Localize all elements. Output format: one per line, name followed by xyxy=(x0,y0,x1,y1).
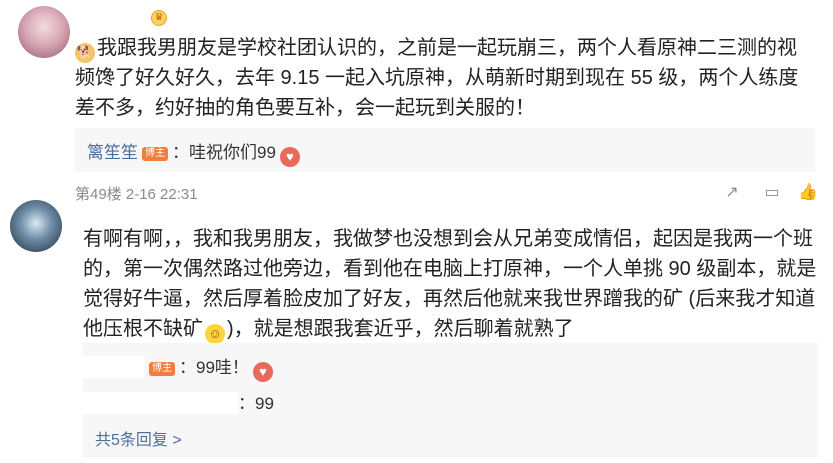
share-icon[interactable]: ↗ xyxy=(723,184,741,202)
host-badge: 博主 xyxy=(149,362,175,376)
reply-text: ：99 xyxy=(238,394,274,413)
reply-box: 博主 ：99哇！ ♥ ：99 共5条回复 > xyxy=(83,343,818,458)
comment-text-end: )，就是想跟我套近乎，然后聊着就熟了 xyxy=(227,318,574,340)
dog-emoji-icon: 🐕 xyxy=(75,43,95,63)
comment-time: 2-16 22:31 xyxy=(125,186,198,203)
reply-author-name[interactable]: 篱笙笙 xyxy=(87,143,138,162)
comment-icon[interactable]: ▭ xyxy=(763,184,781,202)
floor-number: 第49楼 xyxy=(75,186,122,203)
reply-box: 篱笙笙 博主 ：哇祝你们99 ♥ xyxy=(75,128,815,172)
avatar[interactable] xyxy=(10,200,62,252)
smirk-emoji-icon: ☺ xyxy=(205,324,225,344)
cute-emoji-icon: ♥ xyxy=(279,147,300,167)
vip-badge-icon: ♛ xyxy=(151,10,167,26)
avatar[interactable] xyxy=(18,6,70,58)
reply-item[interactable]: ：99 xyxy=(83,389,274,414)
cute-emoji-icon: ♥ xyxy=(252,362,273,382)
more-replies-link[interactable]: 共5条回复 > xyxy=(95,426,182,450)
redacted-username xyxy=(83,392,238,414)
like-icon[interactable]: 👍 xyxy=(798,184,818,202)
reply-text: ：哇祝你们99 xyxy=(172,143,276,162)
reply-item[interactable]: 博主 ：99哇！ ♥ xyxy=(83,353,273,382)
comment-text: 我跟我男朋友是学校社团认识的，之前是一起玩崩三，两个人看原神二三测的视频馋了好久… xyxy=(75,37,799,119)
reply-text: ：99哇！ xyxy=(179,358,249,377)
redacted-username xyxy=(83,356,145,378)
host-badge: 博主 xyxy=(142,147,168,161)
comment-body: 🐕 我跟我男朋友是学校社团认识的，之前是一起玩崩三，两个人看原神二三测的视频馋了好… xyxy=(75,33,815,123)
comment-meta: 第49楼 2-16 22:31 xyxy=(75,183,198,204)
reply-item[interactable]: 篱笙笙 博主 ：哇祝你们99 ♥ xyxy=(87,138,300,167)
comment-body: 有啊有啊，，我和我男朋友，我做梦也没想到会从兄弟变成情侣，起因是我两一个班的，第… xyxy=(83,224,818,344)
